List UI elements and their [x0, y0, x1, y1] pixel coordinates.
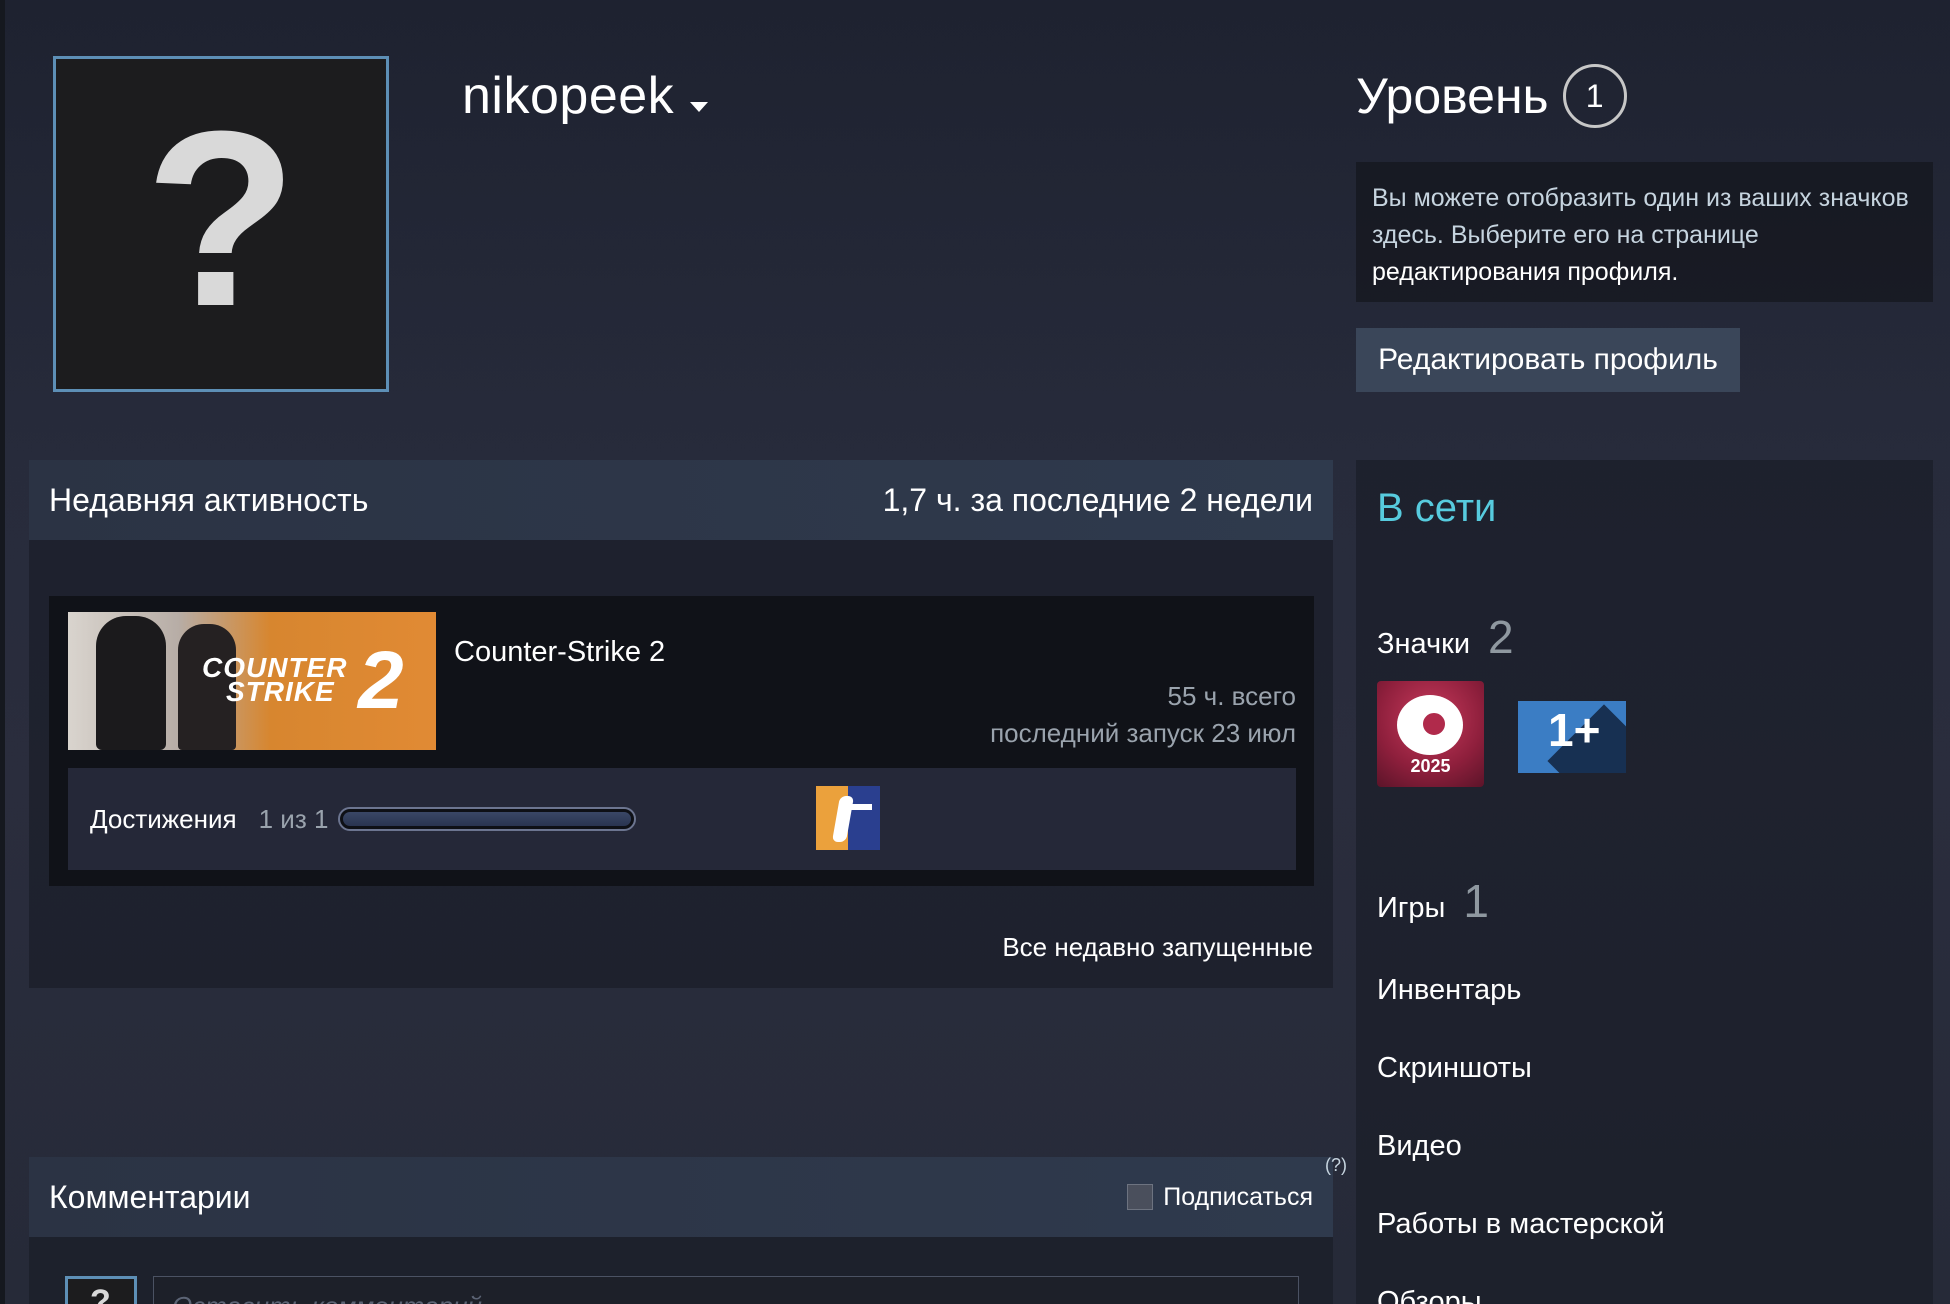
- edit-profile-button[interactable]: Редактировать профиль: [1356, 328, 1740, 392]
- game-last-played: последний запуск 23 июл: [990, 718, 1296, 748]
- capsule-logo-number: 2: [358, 635, 404, 726]
- screenshots-link[interactable]: Скриншоты: [1377, 1052, 1532, 1085]
- reviews-link[interactable]: Обзоры: [1377, 1286, 1482, 1304]
- comments-panel: Комментарии Подписаться (?) ? Оставить к…: [29, 1155, 1347, 1304]
- avatar-placeholder-icon: ?: [144, 79, 298, 358]
- commenter-avatar: ?: [65, 1276, 137, 1304]
- badge-years-label: 1+: [1548, 704, 1601, 756]
- edit-profile-link[interactable]: редактирования профиля.: [1372, 258, 1678, 286]
- workshop-link[interactable]: Работы в мастерской: [1377, 1208, 1665, 1241]
- achievements-row: Достижения 1 из 1: [68, 768, 1296, 870]
- inventory-link[interactable]: Инвентарь: [1377, 974, 1521, 1007]
- achievements-link[interactable]: Достижения: [90, 804, 237, 835]
- years-of-service-badge-icon[interactable]: 1+: [1518, 701, 1626, 773]
- badges-count: 2: [1488, 611, 1514, 663]
- games-label: Игры: [1377, 892, 1446, 924]
- level-badge[interactable]: 1: [1562, 64, 1627, 128]
- achievement-icon[interactable]: [816, 786, 880, 850]
- profile-level: Уровень 1: [1356, 64, 1627, 128]
- profile-name-dropdown[interactable]: nikopeek: [462, 66, 709, 126]
- comments-header: Комментарии Подписаться (?): [29, 1155, 1347, 1237]
- favorite-badge-hint: Вы можете отобразить один из ваших значк…: [1356, 162, 1933, 302]
- games-link[interactable]: Игры 1: [1377, 874, 1489, 928]
- subscribe-toggle[interactable]: Подписаться (?): [1127, 1155, 1347, 1212]
- achievements-progress-fill: [343, 812, 632, 826]
- game-stats: 55 ч. всего последний запуск 23 июл: [990, 678, 1296, 752]
- all-recent-games-link[interactable]: Все недавно запущенные: [1002, 932, 1313, 963]
- subscribe-label: Подписаться: [1163, 1182, 1313, 1211]
- badges-link[interactable]: Значки 2: [1377, 610, 1514, 664]
- steam-replay-badge-icon[interactable]: 2025: [1377, 681, 1484, 787]
- badges-list: 2025 1+: [1377, 681, 1626, 787]
- online-status: В сети: [1377, 486, 1497, 530]
- page-left-edge: [0, 0, 5, 1304]
- help-icon[interactable]: (?): [1325, 1155, 1347, 1176]
- game-total-hours: 55 ч. всего: [1167, 681, 1297, 711]
- capsule-figure: [96, 616, 166, 750]
- username: nikopeek: [462, 67, 675, 125]
- achievements-count: 1 из 1: [258, 803, 329, 834]
- profile-avatar[interactable]: ?: [53, 56, 389, 392]
- level-label: Уровень: [1356, 68, 1549, 124]
- recent-game-card: COUNTER STRIKE 2 Counter-Strike 2 55 ч. …: [49, 596, 1314, 886]
- recent-activity-summary: 1,7 ч. за последние 2 недели: [882, 481, 1313, 518]
- chevron-down-icon: [690, 102, 709, 112]
- comment-input[interactable]: Оставить комментарий: [153, 1276, 1299, 1304]
- game-capsule-image[interactable]: COUNTER STRIKE 2: [68, 612, 436, 750]
- recent-activity-panel: Недавняя активность 1,7 ч. за последние …: [29, 460, 1333, 988]
- videos-link[interactable]: Видео: [1377, 1130, 1462, 1163]
- badge-hint-text: Вы можете отобразить один из ваших значк…: [1372, 184, 1909, 249]
- badge-year: 2025: [1410, 756, 1451, 776]
- profile-sidebar: В сети Значки 2 2025 1+ Игры 1 Инвентарь…: [1356, 460, 1933, 1304]
- subscribe-checkbox[interactable]: [1127, 1184, 1154, 1210]
- recent-activity-header: Недавняя активность 1,7 ч. за последние …: [29, 460, 1333, 540]
- badges-label: Значки: [1377, 628, 1471, 660]
- game-name-link[interactable]: Counter-Strike 2: [454, 636, 665, 669]
- achievements-progress-bar: [338, 807, 637, 831]
- comments-title: Комментарии: [49, 1178, 251, 1215]
- capsule-logo-text: COUNTER STRIKE: [202, 652, 348, 707]
- recent-activity-title: Недавняя активность: [49, 481, 369, 518]
- games-count: 1: [1463, 875, 1489, 927]
